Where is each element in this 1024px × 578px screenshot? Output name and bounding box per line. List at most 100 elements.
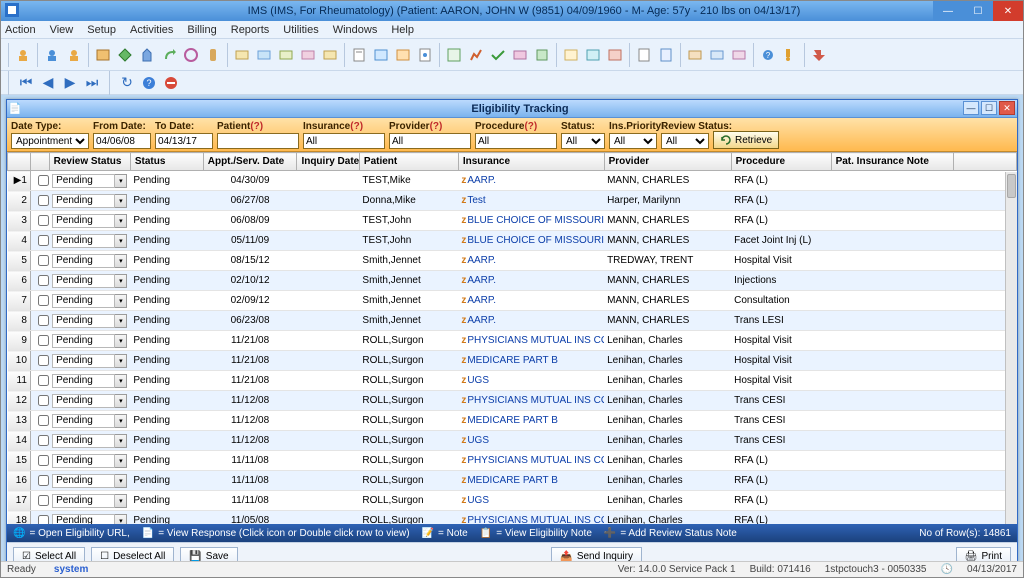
cell-review-status[interactable]: Pending▾ — [49, 311, 130, 331]
row-checkbox[interactable] — [30, 451, 49, 471]
cell-review-status[interactable]: Pending▾ — [49, 211, 130, 231]
table-row[interactable]: 14Pending▾Pending11/12/08ROLL,SurgonzUGS… — [8, 431, 1017, 451]
cell-insurance[interactable]: zAARP. — [458, 271, 604, 291]
row-checkbox[interactable] — [30, 291, 49, 311]
menu-action[interactable]: Action — [5, 24, 36, 36]
maximize-button[interactable]: ☐ — [963, 1, 993, 21]
chevron-down-icon[interactable]: ▾ — [115, 434, 127, 448]
chevron-down-icon[interactable]: ▾ — [115, 414, 127, 428]
cell-insurance[interactable]: zUGS — [458, 491, 604, 511]
toolbar-icon[interactable] — [372, 46, 390, 64]
nav-prev-icon[interactable]: ◀ — [40, 75, 56, 91]
close-button[interactable]: ✕ — [993, 1, 1023, 21]
chevron-down-icon[interactable]: ▾ — [115, 214, 127, 228]
chevron-down-icon[interactable]: ▾ — [115, 294, 127, 308]
row-checkbox[interactable] — [30, 331, 49, 351]
cell-review-status[interactable]: Pending▾ — [49, 431, 130, 451]
toolbar-icon[interactable] — [635, 46, 653, 64]
cell-review-status[interactable]: Pending▾ — [49, 231, 130, 251]
toolbar-icon[interactable] — [65, 46, 83, 64]
chevron-down-icon[interactable]: ▾ — [115, 174, 127, 188]
row-checkbox[interactable] — [30, 191, 49, 211]
toolbar-icon[interactable] — [445, 46, 463, 64]
toolbar-icon[interactable] — [350, 46, 368, 64]
cell-review-status[interactable]: Pending▾ — [49, 491, 130, 511]
cell-insurance[interactable]: zMEDICARE PART B — [458, 411, 604, 431]
row-checkbox[interactable] — [30, 311, 49, 331]
print-button[interactable]: 🖨Print — [956, 547, 1011, 562]
toolbar-icon[interactable] — [657, 46, 675, 64]
toolbar-icon[interactable] — [511, 46, 529, 64]
col-procedure[interactable]: Procedure — [731, 153, 831, 171]
cell-insurance[interactable]: zPHYSICIANS MUTUAL INS CO — [458, 391, 604, 411]
col-rownum[interactable] — [8, 153, 31, 171]
toolbar-icon[interactable] — [708, 46, 726, 64]
cell-insurance[interactable]: zUGS — [458, 371, 604, 391]
toolbar-icon[interactable] — [182, 46, 200, 64]
toolbar-icon[interactable] — [255, 46, 273, 64]
deselect-all-button[interactable]: ☐Deselect All — [91, 547, 174, 562]
table-row[interactable]: 18Pending▾Pending11/05/08ROLL,SurgonzPHY… — [8, 511, 1017, 525]
cell-review-status[interactable]: Pending▾ — [49, 251, 130, 271]
toolbar-icon[interactable] — [233, 46, 251, 64]
row-checkbox[interactable] — [30, 411, 49, 431]
cell-review-status[interactable]: Pending▾ — [49, 451, 130, 471]
cell-insurance[interactable]: zMEDICARE PART B — [458, 471, 604, 491]
cell-insurance[interactable]: zBLUE CHOICE OF MISSOURI — [458, 211, 604, 231]
table-row[interactable]: 8Pending▾Pending06/23/08Smith,JennetzAAR… — [8, 311, 1017, 331]
col-provider[interactable]: Provider — [604, 153, 731, 171]
cell-insurance[interactable]: zAARP. — [458, 291, 604, 311]
toolbar-icon[interactable] — [116, 46, 134, 64]
cell-insurance[interactable]: zAARP. — [458, 311, 604, 331]
menu-windows[interactable]: Windows — [333, 24, 378, 36]
nav-stop-icon[interactable] — [163, 75, 179, 91]
cell-review-status[interactable]: Pending▾ — [49, 411, 130, 431]
minimize-button[interactable]: — — [933, 1, 963, 21]
table-row[interactable]: 3Pending▾Pending06/08/09TEST,JohnzBLUE C… — [8, 211, 1017, 231]
col-appt[interactable]: Appt./Serv. Date — [203, 153, 297, 171]
cell-insurance[interactable]: zPHYSICIANS MUTUAL INS CO — [458, 451, 604, 471]
from-date-input[interactable] — [93, 133, 151, 149]
toolbar-icon[interactable] — [277, 46, 295, 64]
cell-insurance[interactable]: zAARP. — [458, 251, 604, 271]
toolbar-icon[interactable] — [94, 46, 112, 64]
cell-review-status[interactable]: Pending▾ — [49, 391, 130, 411]
procedure-input[interactable] — [475, 133, 557, 149]
chevron-down-icon[interactable]: ▾ — [115, 474, 127, 488]
chevron-down-icon[interactable]: ▾ — [115, 234, 127, 248]
table-row[interactable]: 6Pending▾Pending02/10/12Smith,JennetzAAR… — [8, 271, 1017, 291]
cell-review-status[interactable]: Pending▾ — [49, 171, 130, 191]
table-row[interactable]: 15Pending▾Pending11/11/08ROLL,SurgonzPHY… — [8, 451, 1017, 471]
cell-review-status[interactable]: Pending▾ — [49, 291, 130, 311]
chevron-down-icon[interactable]: ▾ — [115, 314, 127, 328]
toolbar-icon[interactable]: ? — [759, 46, 777, 64]
toolbar-icon[interactable] — [562, 46, 580, 64]
cell-review-status[interactable]: Pending▾ — [49, 471, 130, 491]
table-row[interactable]: 17Pending▾Pending11/11/08ROLL,SurgonzUGS… — [8, 491, 1017, 511]
table-row[interactable]: 9Pending▾Pending11/21/08ROLL,SurgonzPHYS… — [8, 331, 1017, 351]
cell-insurance[interactable]: zAARP. — [458, 171, 604, 191]
col-insurance[interactable]: Insurance — [458, 153, 604, 171]
col-extra[interactable] — [954, 153, 1017, 171]
menu-billing[interactable]: Billing — [187, 24, 216, 36]
nav-refresh-icon[interactable]: ↻ — [119, 75, 135, 91]
row-checkbox[interactable] — [30, 271, 49, 291]
table-row[interactable]: 12Pending▾Pending11/12/08ROLL,SurgonzPHY… — [8, 391, 1017, 411]
cell-review-status[interactable]: Pending▾ — [49, 331, 130, 351]
menu-help[interactable]: Help — [391, 24, 414, 36]
to-date-input[interactable] — [155, 133, 213, 149]
toolbar-icon[interactable] — [299, 46, 317, 64]
chevron-down-icon[interactable]: ▾ — [115, 354, 127, 368]
cell-insurance[interactable]: zPHYSICIANS MUTUAL INS CO — [458, 331, 604, 351]
date-type-select[interactable]: Appointment Da — [11, 133, 89, 149]
reviewstatus-select[interactable]: All — [661, 133, 709, 149]
nav-help-icon[interactable]: ? — [141, 75, 157, 91]
table-row[interactable]: ▶1Pending▾Pending04/30/09TEST,MikezAARP.… — [8, 171, 1017, 191]
toolbar-icon[interactable] — [321, 46, 339, 64]
cell-review-status[interactable]: Pending▾ — [49, 351, 130, 371]
cell-insurance[interactable]: zTest — [458, 191, 604, 211]
toolbar-icon[interactable] — [810, 46, 828, 64]
menu-reports[interactable]: Reports — [231, 24, 270, 36]
row-checkbox[interactable] — [30, 231, 49, 251]
row-checkbox[interactable] — [30, 431, 49, 451]
